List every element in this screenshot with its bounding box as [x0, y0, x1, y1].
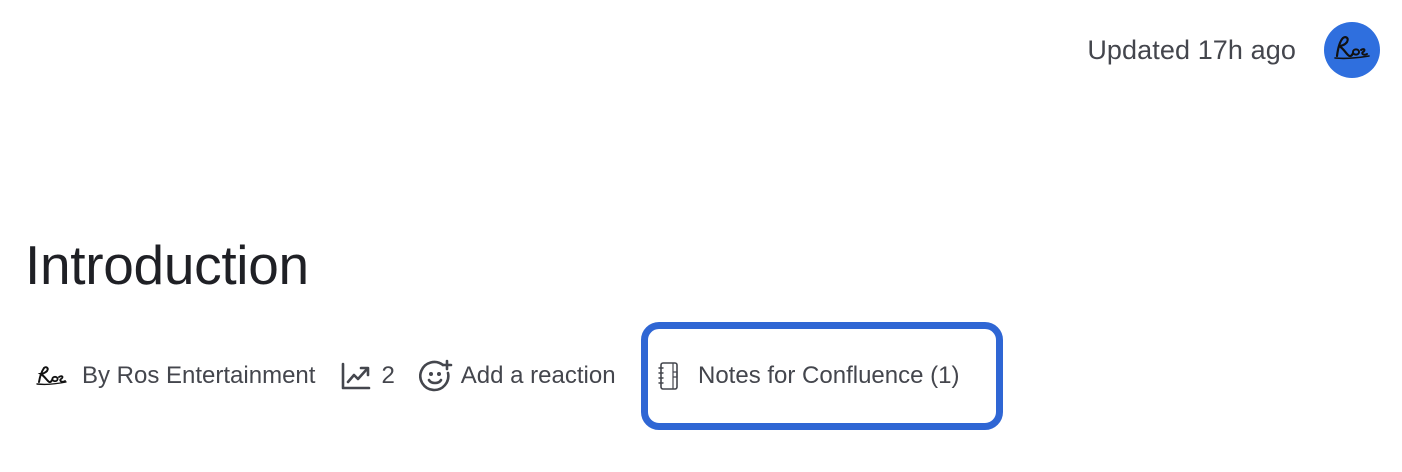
page-analytics-button[interactable]: 2: [341, 362, 395, 390]
add-reaction-button[interactable]: Add a reaction: [418, 359, 616, 393]
signature-logo-icon: [36, 365, 68, 387]
analytics-trend-icon: [341, 362, 371, 390]
author-link[interactable]: By Ros Entertainment: [36, 362, 315, 390]
page-title: Introduction: [25, 234, 309, 296]
notebook-icon: [658, 361, 680, 391]
views-count: 2: [381, 362, 395, 389]
confluence-page-header: Updated 17h ago Introduction By Ros Ente…: [0, 0, 1402, 472]
author-label: By Ros Entertainment: [82, 362, 316, 389]
byline: By Ros Entertainment 2 Add a reaction: [36, 352, 616, 400]
avatar[interactable]: [1324, 22, 1380, 78]
signature-logo-icon: [1333, 34, 1371, 67]
add-reaction-icon: [418, 359, 453, 393]
notes-label: Notes for Confluence (1): [698, 362, 960, 389]
top-bar: Updated 17h ago: [1087, 22, 1380, 78]
add-reaction-label: Add a reaction: [460, 362, 616, 389]
last-updated-text: Updated 17h ago: [1087, 34, 1296, 65]
notes-for-confluence-button[interactable]: Notes for Confluence (1): [641, 322, 1003, 430]
